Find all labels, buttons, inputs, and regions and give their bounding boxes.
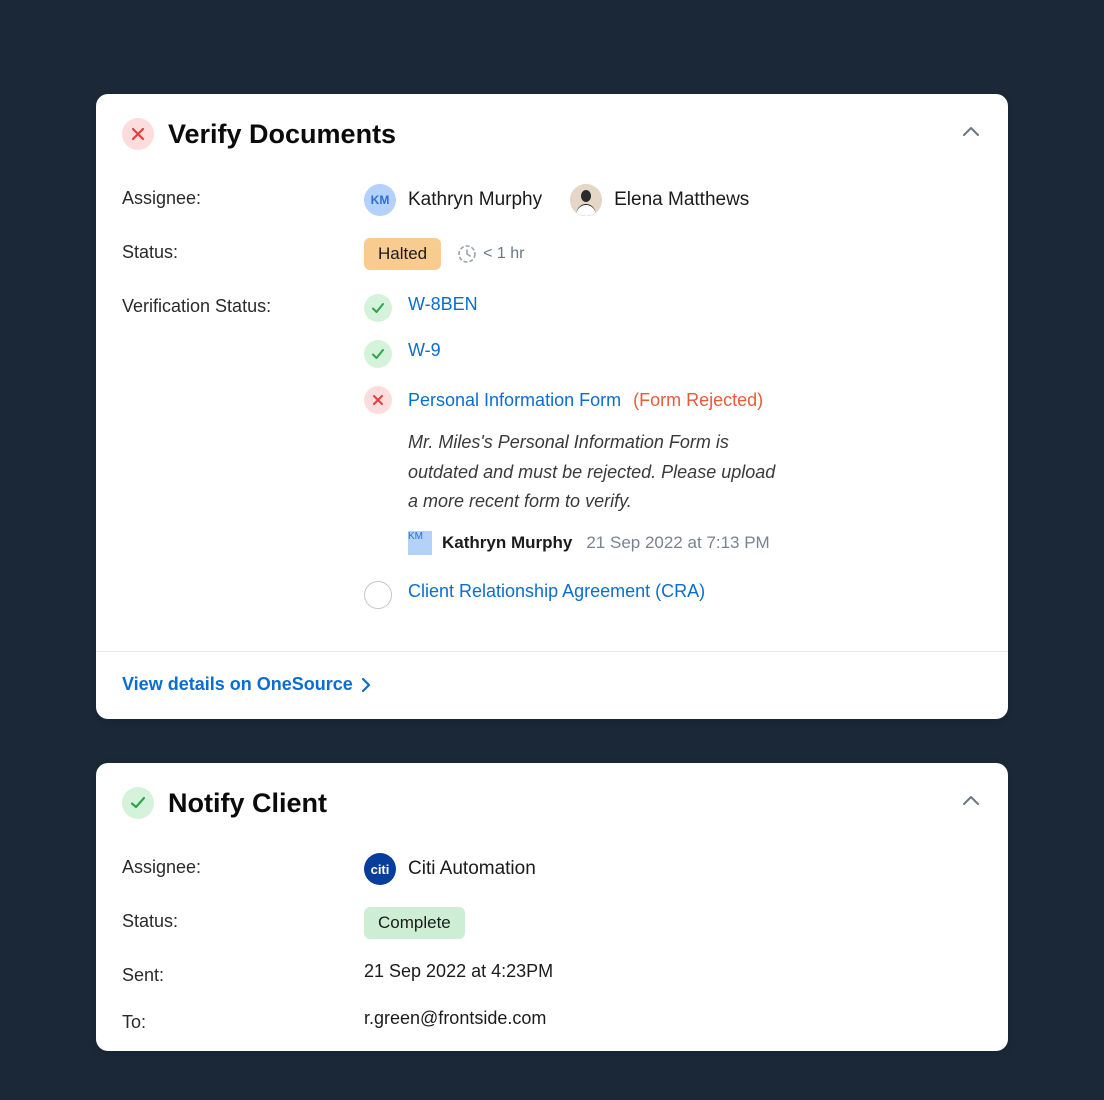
assignee-item[interactable]: Elena Matthews [570, 184, 749, 216]
verification-item: W-9 [364, 340, 788, 368]
collapse-button[interactable] [960, 121, 982, 148]
sent-text: 21 Sep 2022 at 4:23PM [364, 961, 553, 982]
assignee-name: Elena Matthews [614, 189, 749, 211]
status-row: Status: Complete [122, 907, 982, 939]
verification-label: Verification Status: [122, 292, 364, 317]
clock-icon [457, 244, 477, 264]
collapse-button[interactable] [960, 790, 982, 817]
check-icon [364, 294, 392, 322]
status-badge: Halted [364, 238, 441, 270]
status-label: Status: [122, 907, 364, 932]
check-icon [129, 794, 147, 812]
assignee-name: Kathryn Murphy [408, 189, 542, 211]
rejected-label: (Form Rejected) [633, 390, 763, 411]
check-icon [364, 340, 392, 368]
card-title: Verify Documents [168, 119, 960, 150]
x-icon [130, 126, 146, 142]
person-photo-icon [570, 184, 602, 216]
error-status-icon [122, 118, 154, 150]
to-label: To: [122, 1008, 364, 1033]
verification-value: W-8BEN W-9 Personal Informa [364, 292, 982, 609]
verification-link[interactable]: W-9 [408, 340, 441, 361]
card-body: Assignee: citi Citi Automation Status: C… [96, 837, 1008, 1051]
to-value: r.green@frontside.com [364, 1008, 982, 1029]
card-footer: View details on OneSource [96, 651, 1008, 719]
verification-item: Personal Information Form (Form Rejected… [364, 386, 788, 555]
card-body: Assignee: KM Kathryn Murphy [96, 168, 1008, 627]
chevron-up-icon [960, 121, 982, 143]
to-row: To: r.green@frontside.com [122, 1008, 982, 1033]
footer-link-text: View details on OneSource [122, 674, 353, 695]
verification-link[interactable]: Personal Information Form [408, 390, 621, 411]
status-value: Halted < 1 hr [364, 238, 982, 270]
status-value: Complete [364, 907, 982, 939]
sent-value: 21 Sep 2022 at 4:23PM [364, 961, 982, 982]
verification-row: Verification Status: W-8BEN W-9 [122, 292, 982, 609]
avatar: KM [408, 531, 432, 555]
notify-client-card: Notify Client Assignee: citi Citi Automa… [96, 763, 1008, 1051]
assignee-name: Citi Automation [408, 858, 536, 880]
card-header: Verify Documents [96, 94, 1008, 168]
assignee-row: Assignee: citi Citi Automation [122, 853, 982, 885]
assignee-value: citi Citi Automation [364, 853, 982, 885]
note-date: 21 Sep 2022 at 7:13 PM [586, 533, 769, 553]
x-icon [364, 386, 392, 414]
assignee-item[interactable]: citi Citi Automation [364, 853, 536, 885]
assignee-label: Assignee: [122, 853, 364, 878]
to-text: r.green@frontside.com [364, 1008, 546, 1029]
verification-link[interactable]: W-8BEN [408, 294, 478, 315]
chevron-right-icon [357, 676, 375, 694]
view-details-link[interactable]: View details on OneSource [122, 674, 375, 695]
card-header: Notify Client [96, 763, 1008, 837]
time-indicator: < 1 hr [457, 244, 524, 264]
verification-link[interactable]: Client Relationship Agreement (CRA) [408, 581, 705, 602]
chevron-up-icon [960, 790, 982, 812]
note-author-row: KM Kathryn Murphy 21 Sep 2022 at 7:13 PM [408, 531, 788, 555]
time-text: < 1 hr [483, 245, 524, 263]
avatar: citi [364, 853, 396, 885]
status-badge: Complete [364, 907, 465, 939]
note-author-name: Kathryn Murphy [442, 533, 572, 553]
sent-row: Sent: 21 Sep 2022 at 4:23PM [122, 961, 982, 986]
avatar [570, 184, 602, 216]
success-status-icon [122, 787, 154, 819]
avatar: KM [364, 184, 396, 216]
assignee-label: Assignee: [122, 184, 364, 209]
verification-item: Client Relationship Agreement (CRA) [364, 581, 788, 609]
verify-documents-card: Verify Documents Assignee: KM Kathryn Mu… [96, 94, 1008, 719]
assignee-item[interactable]: KM Kathryn Murphy [364, 184, 542, 216]
verification-item: W-8BEN [364, 294, 788, 322]
verification-list: W-8BEN W-9 Personal Informa [364, 294, 788, 609]
rejection-note: Mr. Miles's Personal Information Form is… [408, 428, 788, 517]
assignee-row: Assignee: KM Kathryn Murphy [122, 184, 982, 216]
sent-label: Sent: [122, 961, 364, 986]
empty-status-icon [364, 581, 392, 609]
assignee-value: KM Kathryn Murphy Elena Matthews [364, 184, 982, 216]
status-label: Status: [122, 238, 364, 263]
card-title: Notify Client [168, 788, 960, 819]
status-row: Status: Halted < 1 hr [122, 238, 982, 270]
